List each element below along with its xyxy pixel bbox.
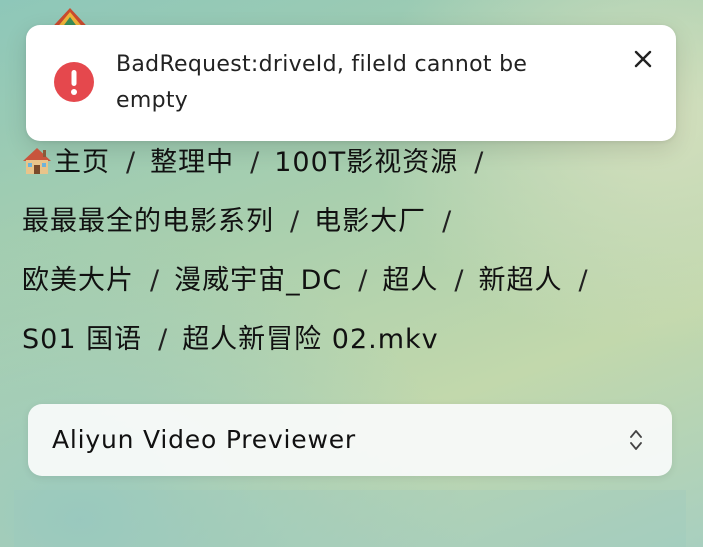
breadcrumb-separator: / (150, 265, 161, 296)
breadcrumb-item[interactable]: 超人 (382, 265, 438, 296)
breadcrumb-item[interactable]: 漫威宇宙_DC (174, 265, 342, 296)
previewer-select[interactable]: Aliyun Video Previewer (28, 404, 672, 476)
breadcrumb-separator: / (158, 324, 169, 355)
breadcrumb-separator: / (474, 147, 485, 178)
breadcrumb-separator: / (250, 147, 261, 178)
toast-message: BadRequest:driveId, fileId cannot be emp… (116, 52, 528, 113)
previewer-select-value: Aliyun Video Previewer (52, 425, 356, 454)
breadcrumb-item[interactable]: S01 国语 (22, 324, 142, 355)
breadcrumb-separator: / (454, 265, 465, 296)
breadcrumb-home[interactable]: 主页 (22, 147, 110, 178)
breadcrumb-item[interactable]: 新超人 (478, 265, 562, 296)
chevron-up-down-icon (630, 430, 642, 450)
error-toast: BadRequest:driveId, fileId cannot be emp… (26, 25, 676, 141)
breadcrumb-item[interactable]: 整理中 (150, 147, 234, 178)
breadcrumb: 主页 / 整理中/100T影视资源 / 最最最全的电影系列 / 电影大厂 / 欧美大片 / 漫威宇宙… (22, 133, 692, 369)
error-icon (54, 62, 94, 102)
breadcrumb-item[interactable]: 欧美大片 (22, 265, 134, 296)
breadcrumb-separator: / (358, 265, 369, 296)
preview-panel (14, 490, 686, 547)
house-emoji-icon (23, 148, 51, 174)
breadcrumb-item[interactable]: 电影大厂 (314, 206, 426, 237)
breadcrumb-separator: / (442, 206, 453, 237)
breadcrumb-separator: / (290, 206, 301, 237)
breadcrumb-current-file: 超人新冒险 02.mkv (182, 324, 439, 355)
breadcrumb-item[interactable]: 最最最全的电影系列 (22, 206, 274, 237)
breadcrumb-item[interactable]: 100T影视资源 (274, 147, 458, 178)
breadcrumb-separator: / (578, 265, 589, 296)
breadcrumb-separator: / (126, 147, 137, 178)
breadcrumb-item-label: 主页 (54, 147, 110, 178)
close-icon[interactable] (629, 45, 657, 73)
